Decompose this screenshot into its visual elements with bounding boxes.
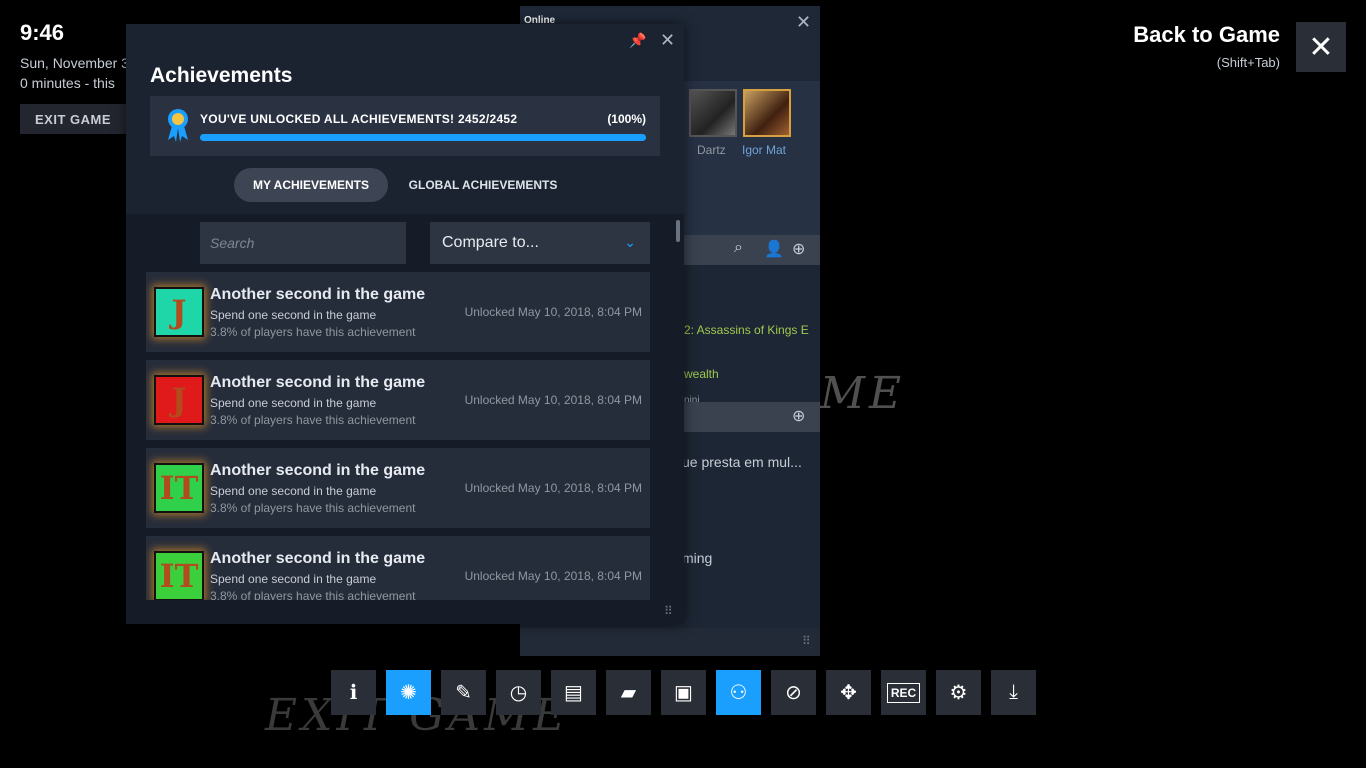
friends-button[interactable]: ⚇ (716, 670, 761, 715)
chat-item[interactable]: ming (682, 550, 712, 566)
search-input[interactable] (200, 222, 406, 264)
notes-button[interactable]: ✎ (441, 670, 486, 715)
game-background-text: ME (820, 368, 906, 419)
close-icon[interactable]: ✕ (796, 12, 811, 33)
pin-icon[interactable]: 📌 (629, 32, 646, 49)
achievement-name: Another second in the game (210, 374, 426, 391)
achievement-glyph: J (171, 381, 187, 419)
exit-game-button[interactable]: EXIT GAME (20, 104, 126, 134)
achievement-unlock-date: Unlocked May 10, 2018, 8:04 PM (464, 481, 642, 495)
unlock-percent: (100%) (607, 112, 646, 126)
guides-button[interactable]: ▤ (551, 670, 596, 715)
achievement-row[interactable]: J Another second in the game Spend one sec… (146, 272, 650, 352)
achievement-description: Spend one second in the game (210, 396, 377, 410)
chevron-down-icon: ⌄ (624, 234, 636, 250)
achievement-tabs: MY ACHIEVEMENTS GLOBAL ACHIEVEMENTS (126, 168, 684, 204)
achievements-window: 📌 ✕ Achievements YOU'VE UNLOCKED ALL ACH… (126, 24, 684, 624)
friend-name[interactable]: Dartz (697, 143, 726, 157)
achievement-description: Spend one second in the game (210, 484, 377, 498)
progress-fill (200, 134, 646, 141)
search-icon[interactable]: ⌕ (734, 239, 743, 257)
screenshots-button[interactable]: ▣ (661, 670, 706, 715)
screenshots-icon: ▣ (674, 682, 693, 704)
info-button[interactable]: ℹ (331, 670, 376, 715)
compare-dropdown[interactable]: Compare to... ⌄ (430, 222, 650, 264)
achievement-content: Compare to... ⌄ J Another second in the g… (126, 214, 684, 624)
browser-icon: ⊘ (785, 682, 802, 704)
back-to-game-label[interactable]: Back to Game (1133, 22, 1280, 48)
achievement-name: Another second in the game (210, 462, 426, 479)
achievement-glyph: J (171, 293, 187, 331)
downloads-button[interactable]: ⤓ (991, 670, 1036, 715)
progress-bar (200, 134, 646, 141)
resize-grip-icon[interactable]: ⠿ (802, 634, 811, 648)
downloads-icon: ⤓ (1009, 681, 1018, 703)
medal-icon (168, 109, 188, 142)
achievement-rarity: 3.8% of players have this achievement (210, 413, 416, 427)
achievement-icon: J (154, 375, 204, 425)
chat-item[interactable]: ue presta em mul... (682, 454, 802, 470)
friend-name[interactable]: Igor Mat (742, 143, 786, 157)
achievement-unlock-date: Unlocked May 10, 2018, 8:04 PM (464, 569, 642, 583)
tab-global-achievements[interactable]: GLOBAL ACHIEVEMENTS (396, 168, 570, 202)
date-text: Sun, November 3 (20, 55, 129, 71)
friends-footer: ⠿ (520, 628, 820, 656)
achievement-row[interactable]: IT Another second in the game Spend one se… (146, 448, 650, 528)
close-icon: ✕ (1308, 30, 1334, 64)
clock: 9:46 (20, 20, 65, 45)
friend-game: 2: Assassins of Kings E (684, 323, 809, 337)
notes-icon: ✎ (455, 682, 472, 704)
recording-button[interactable]: REC (881, 670, 926, 715)
browser-button[interactable]: ⊘ (771, 670, 816, 715)
controller-icon: ✥ (840, 682, 857, 704)
achievement-description: Spend one second in the game (210, 572, 377, 586)
achievement-list: J Another second in the game Spend one sec… (146, 272, 650, 600)
discussions-icon: ▰ (620, 682, 637, 704)
add-group-chat-icon[interactable]: ⊕ (792, 406, 805, 426)
avatar[interactable] (743, 89, 791, 137)
achievement-glyph: IT (159, 557, 199, 595)
page-title: Achievements (150, 64, 293, 87)
achievement-rarity: 3.8% of players have this achievement (210, 325, 416, 339)
achievement-icon: J (154, 287, 204, 337)
timer-button[interactable]: ◷ (496, 670, 541, 715)
achievement-glyph: IT (159, 469, 199, 507)
controller-button[interactable]: ✥ (826, 670, 871, 715)
achievement-name: Another second in the game (210, 550, 426, 567)
settings-icon: ⚙ (949, 682, 968, 704)
guides-icon: ▤ (564, 682, 583, 704)
friends-icon: ⚇ (729, 682, 748, 704)
achievement-icon: IT (154, 551, 204, 600)
session-time: 0 minutes - this (20, 75, 115, 91)
achievement-rarity: 3.8% of players have this achievement (210, 589, 416, 600)
unlock-summary: YOU'VE UNLOCKED ALL ACHIEVEMENTS! 2452/2… (150, 96, 660, 156)
info-icon: ℹ (349, 682, 358, 704)
unlock-text: YOU'VE UNLOCKED ALL ACHIEVEMENTS! 2452/2… (200, 112, 518, 126)
achievements-icon: ✺ (400, 682, 417, 704)
achievement-row[interactable]: IT Another second in the game Spend one se… (146, 536, 650, 600)
achievement-description: Spend one second in the game (210, 308, 377, 322)
achievement-unlock-date: Unlocked May 10, 2018, 8:04 PM (464, 393, 642, 407)
friend-game: wealth (684, 367, 719, 381)
achievement-icon: IT (154, 463, 204, 513)
achievement-rarity: 3.8% of players have this achievement (210, 501, 416, 515)
tab-my-achievements[interactable]: MY ACHIEVEMENTS (234, 168, 388, 202)
compare-label: Compare to... (442, 234, 539, 251)
achievements-button[interactable]: ✺ (386, 670, 431, 715)
add-friend-icon[interactable]: ⊕ (792, 239, 805, 259)
achievement-name: Another second in the game (210, 286, 426, 303)
resize-grip-icon[interactable]: ⠿ (664, 604, 673, 618)
back-to-game-hint: (Shift+Tab) (1216, 55, 1280, 70)
friend-requests-icon[interactable]: 👤 (764, 239, 784, 259)
discussions-button[interactable]: ▰ (606, 670, 651, 715)
scrollbar[interactable] (676, 220, 680, 242)
achievement-unlock-date: Unlocked May 10, 2018, 8:04 PM (464, 305, 642, 319)
recording-icon: REC (886, 682, 921, 703)
settings-button[interactable]: ⚙ (936, 670, 981, 715)
close-overlay-button[interactable]: ✕ (1296, 22, 1346, 72)
close-icon[interactable]: ✕ (660, 30, 675, 51)
timer-icon: ◷ (509, 682, 528, 704)
avatar[interactable] (689, 89, 737, 137)
achievement-row[interactable]: J Another second in the game Spend one sec… (146, 360, 650, 440)
